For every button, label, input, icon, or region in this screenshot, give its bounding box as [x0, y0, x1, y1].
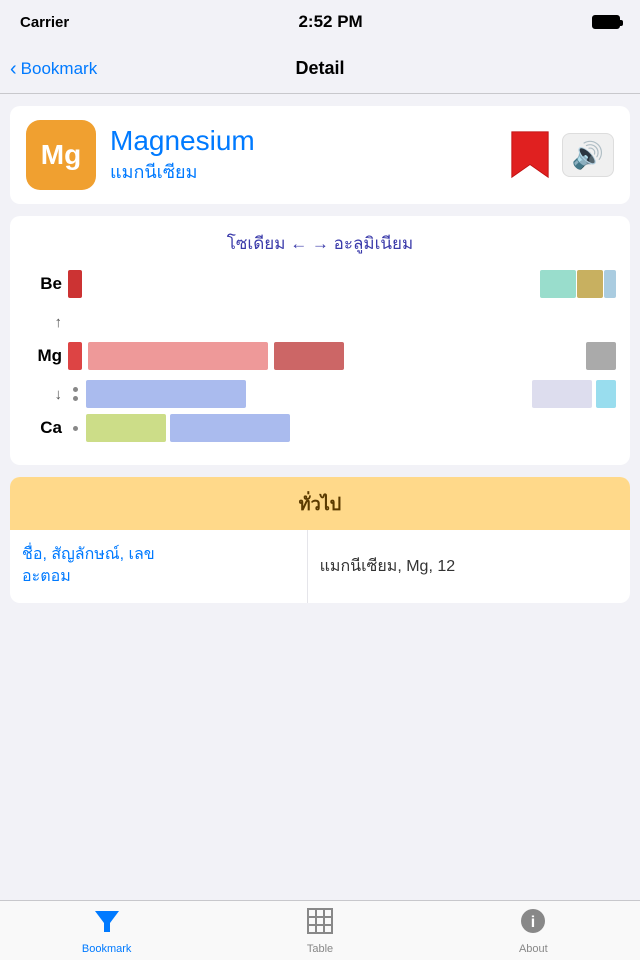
periodic-section: โซเดียม ← → อะลูมิเนียม Be ↑	[10, 216, 630, 465]
tab-bar: Bookmark Table i About	[0, 900, 640, 960]
element-info: Mg Magnesium แมกนีเซียม	[26, 120, 255, 190]
be-bars	[68, 269, 616, 299]
be-bar-right-1	[540, 270, 576, 298]
down-bar-1	[86, 380, 246, 408]
element-card: Mg Magnesium แมกนีเซียม 🔊	[10, 106, 630, 204]
status-bar: Carrier 2:52 PM	[0, 0, 640, 44]
svg-text:i: i	[531, 914, 535, 931]
about-tab-label: About	[519, 943, 548, 955]
mg-bar-4	[586, 342, 616, 370]
mg-bars	[68, 341, 616, 371]
left-arrow: ← →	[290, 234, 333, 253]
arrow-up-label: ↑	[24, 314, 68, 331]
main-content: Mg Magnesium แมกนีเซียม 🔊 โซเดียม ←	[0, 94, 640, 900]
table-tab-icon	[306, 907, 334, 940]
down-bar-2	[532, 380, 592, 408]
back-chevron-icon: ‹	[10, 59, 17, 79]
element-name-english: Magnesium	[110, 125, 255, 157]
be-bar-1	[68, 270, 82, 298]
arrow-down-label: ↓	[24, 386, 68, 403]
tab-bookmark[interactable]: Bookmark	[0, 901, 213, 960]
element-badge: Mg	[26, 120, 96, 190]
pt-row-arrow-down: ↓	[24, 379, 616, 409]
bookmark-tab-icon	[93, 907, 121, 940]
pt-row-ca: Ca	[24, 413, 616, 443]
info-row-name: ชื่อ, สัญลักษณ์, เลขอะตอม แมกนีเซียม, Mg…	[10, 530, 630, 603]
status-indicators	[592, 15, 620, 29]
table-svg-icon	[306, 907, 334, 935]
mg-label: Mg	[24, 346, 68, 366]
element-names: Magnesium แมกนีเซียม	[110, 125, 255, 186]
ca-bar-2	[170, 414, 290, 442]
element-actions: 🔊	[508, 130, 614, 180]
nav-bar: ‹ Bookmark Detail	[0, 44, 640, 94]
be-label: Be	[24, 274, 68, 294]
sound-button[interactable]: 🔊	[562, 133, 614, 177]
left-neighbor: โซเดียม	[227, 234, 286, 253]
carrier-label: Carrier	[20, 14, 69, 31]
bookmark-svg-icon	[508, 130, 552, 180]
info-section: ทั่วไป ชื่อ, สัญลักษณ์, เลขอะตอม แมกนีเซ…	[10, 477, 630, 603]
mg-bar-1	[68, 342, 82, 370]
info-label-name: ชื่อ, สัญลักษณ์, เลขอะตอม	[10, 530, 308, 603]
time-label: 2:52 PM	[298, 12, 362, 32]
page-title: Detail	[295, 58, 344, 79]
pt-row-be: Be	[24, 269, 616, 299]
tab-table[interactable]: Table	[213, 901, 426, 960]
periodic-table-visual: Be ↑ Mg	[20, 269, 620, 451]
battery-icon	[592, 15, 620, 29]
ca-bars	[68, 413, 616, 443]
bookmark-tab-label: Bookmark	[82, 943, 132, 955]
mg-bar-3	[274, 342, 344, 370]
element-name-thai: แมกนีเซียม	[110, 157, 255, 186]
tab-about[interactable]: i About	[427, 901, 640, 960]
info-value-name: แมกนีเซียม, Mg, 12	[308, 530, 630, 603]
about-tab-icon: i	[519, 907, 547, 940]
down-bar-3	[596, 380, 616, 408]
ca-label: Ca	[24, 418, 68, 438]
bookmark-button[interactable]	[508, 130, 552, 180]
be-bar-right-3	[604, 270, 616, 298]
funnel-svg-icon	[93, 907, 121, 935]
back-button[interactable]: ‹ Bookmark	[10, 59, 97, 79]
speaker-icon: 🔊	[572, 140, 604, 171]
element-symbol: Mg	[41, 139, 81, 171]
table-tab-label: Table	[307, 943, 333, 955]
pt-row-arrow-up: ↑	[24, 307, 616, 337]
up-bars	[68, 307, 616, 337]
ca-bar-1	[86, 414, 166, 442]
mg-bar-2	[88, 342, 268, 370]
info-svg-icon: i	[519, 907, 547, 935]
back-label: Bookmark	[21, 59, 98, 79]
down-bars	[68, 379, 616, 409]
neighbor-navigation: โซเดียม ← → อะลูมิเนียม	[20, 230, 620, 257]
right-neighbor: อะลูมิเนียม	[334, 234, 414, 253]
be-bar-right-2	[577, 270, 603, 298]
info-section-header: ทั่วไป	[10, 477, 630, 530]
pt-row-mg: Mg	[24, 341, 616, 371]
